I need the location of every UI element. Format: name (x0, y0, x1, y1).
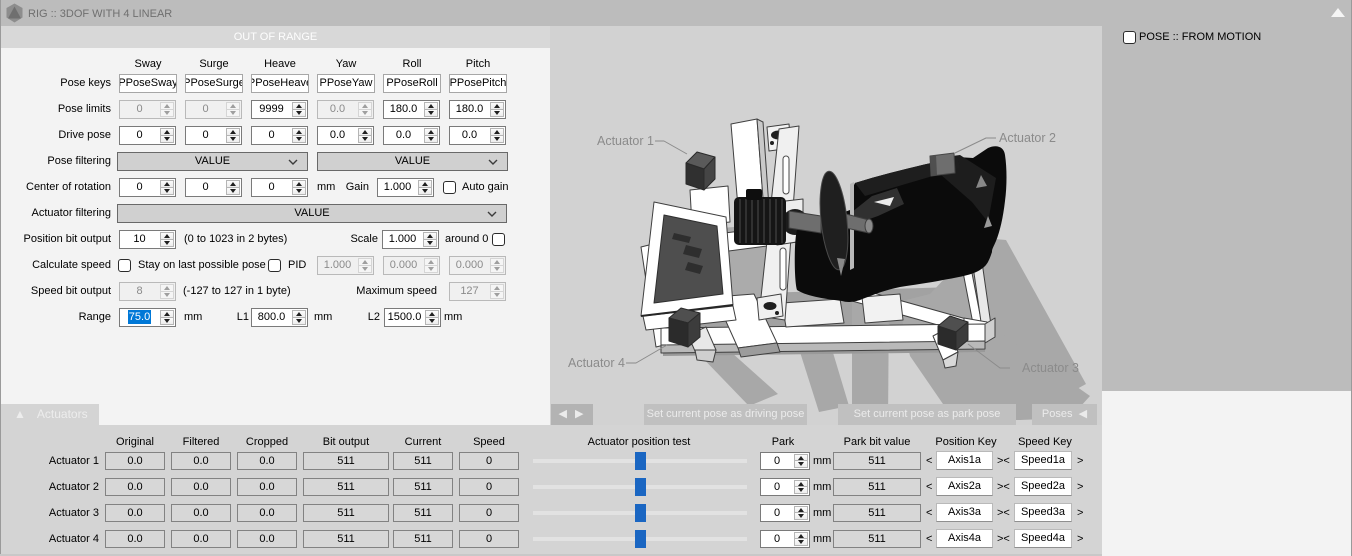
svg-text:Actuator 4: Actuator 4 (568, 356, 625, 370)
svg-text:Actuator 1: Actuator 1 (597, 134, 654, 148)
svg-text:Actuator 2: Actuator 2 (999, 131, 1056, 145)
svg-text:Actuator 3: Actuator 3 (1022, 361, 1079, 375)
